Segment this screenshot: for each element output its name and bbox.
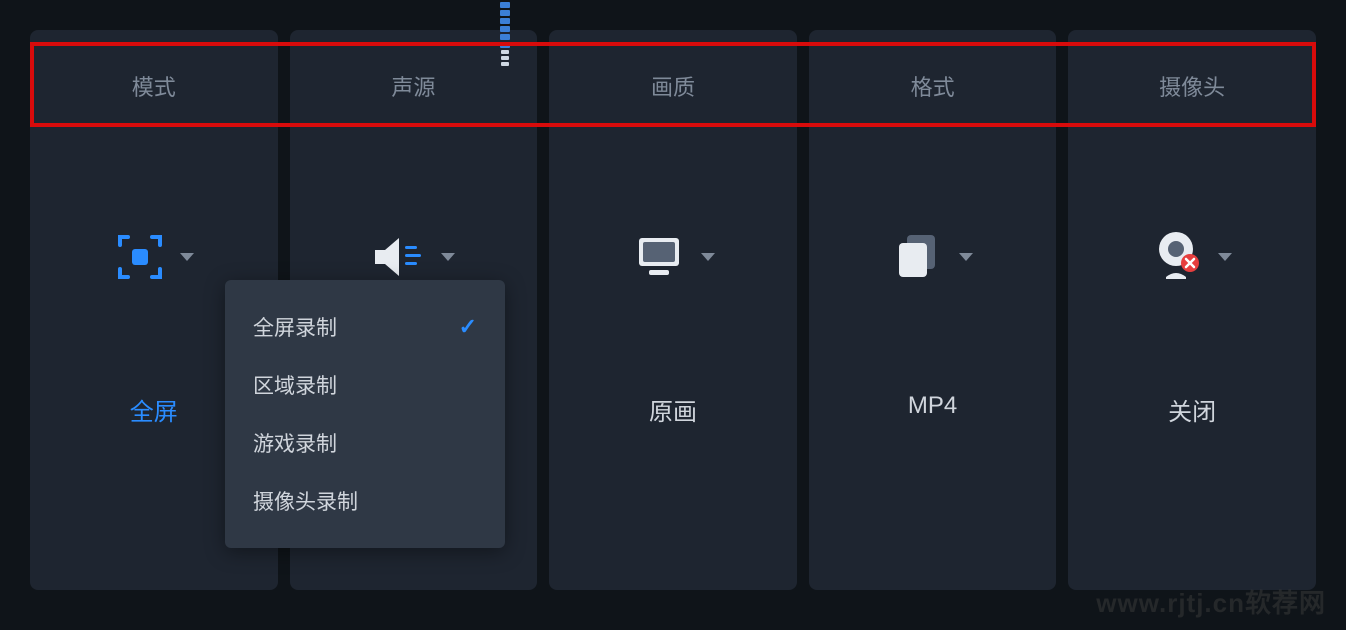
- files-icon: [893, 231, 945, 283]
- dropdown-item-fullscreen[interactable]: 全屏录制 ✓: [225, 298, 505, 356]
- card-icon-area-camera: [1152, 212, 1232, 302]
- recording-options-panel: 模式 全屏 声源: [30, 30, 1316, 590]
- watermark-text: www.rjtj.cn软荐网: [1096, 583, 1326, 620]
- card-title-mode: 模式: [132, 70, 176, 102]
- card-value-quality: 原画: [649, 392, 697, 427]
- check-icon: ✓: [459, 314, 477, 340]
- dropdown-item-label: 游戏录制: [253, 428, 337, 458]
- option-card-quality[interactable]: 画质 原画: [549, 30, 797, 590]
- dropdown-item-game[interactable]: 游戏录制: [225, 414, 505, 472]
- chevron-down-icon[interactable]: [441, 253, 455, 261]
- option-card-camera[interactable]: 摄像头 关闭: [1068, 30, 1316, 590]
- card-icon-area-mode: [114, 212, 194, 302]
- vu-meter-icon: [500, 0, 510, 66]
- chevron-down-icon[interactable]: [959, 253, 973, 261]
- monitor-icon: [631, 232, 687, 282]
- card-title-quality: 画质: [651, 70, 695, 102]
- speaker-icon: [371, 232, 427, 282]
- card-value-mode: 全屏: [130, 392, 178, 427]
- option-card-format[interactable]: 格式 MP4: [809, 30, 1057, 590]
- card-icon-area-quality: [631, 212, 715, 302]
- chevron-down-icon[interactable]: [1218, 253, 1232, 261]
- dropdown-item-region[interactable]: 区域录制: [225, 356, 505, 414]
- card-value-camera: 关闭: [1168, 392, 1216, 427]
- dropdown-item-label: 全屏录制: [253, 312, 337, 342]
- card-title-camera: 摄像头: [1159, 70, 1225, 102]
- card-title-format: 格式: [911, 70, 955, 102]
- chevron-down-icon[interactable]: [180, 253, 194, 261]
- card-icon-area-format: [893, 212, 973, 302]
- mode-dropdown-menu: 全屏录制 ✓ 区域录制 游戏录制 摄像头录制: [225, 280, 505, 548]
- dropdown-item-webcam[interactable]: 摄像头录制: [225, 472, 505, 530]
- dropdown-item-label: 区域录制: [253, 370, 337, 400]
- chevron-down-icon[interactable]: [701, 253, 715, 261]
- webcam-off-icon: [1152, 229, 1204, 285]
- dropdown-item-label: 摄像头录制: [253, 486, 358, 516]
- card-title-audio: 声源: [391, 70, 435, 102]
- card-value-format: MP4: [908, 392, 957, 420]
- fullscreen-icon: [114, 231, 166, 283]
